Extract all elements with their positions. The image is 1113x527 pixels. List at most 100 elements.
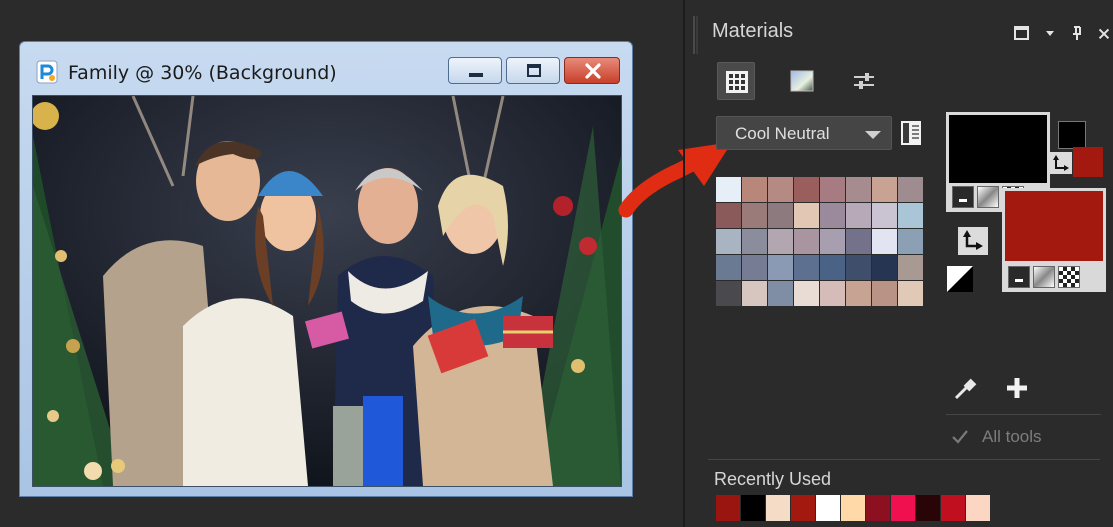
color-swatch[interactable] xyxy=(716,177,741,202)
swap-colors-small-icon[interactable] xyxy=(1050,152,1072,174)
panel-pin-icon[interactable] xyxy=(1068,24,1086,42)
eyedropper-icon[interactable] xyxy=(952,376,978,402)
recently-used-swatches xyxy=(716,495,990,521)
close-icon xyxy=(585,63,601,79)
background-color[interactable] xyxy=(1005,191,1103,261)
separator xyxy=(946,414,1101,415)
color-swatch[interactable] xyxy=(768,177,793,202)
materials-panel-title: Materials xyxy=(712,20,794,42)
background-properties-box[interactable] xyxy=(1002,188,1106,292)
color-swatch[interactable] xyxy=(794,281,819,306)
color-swatch[interactable] xyxy=(716,229,741,254)
color-swatch[interactable] xyxy=(898,177,923,202)
color-swatch[interactable] xyxy=(742,229,767,254)
color-swatch[interactable] xyxy=(742,255,767,280)
adjust-mode-icon xyxy=(854,73,874,89)
panel-close-icon[interactable] xyxy=(1096,24,1112,42)
color-swatch[interactable] xyxy=(846,203,871,228)
bg-style-pattern-icon[interactable] xyxy=(1058,266,1080,288)
gradient-mode-icon xyxy=(790,70,814,92)
all-tools-check-icon[interactable] xyxy=(950,428,970,446)
recent-color-swatch[interactable] xyxy=(941,495,965,521)
color-swatch[interactable] xyxy=(794,255,819,280)
color-swatch[interactable] xyxy=(820,229,845,254)
recently-used-label: Recently Used xyxy=(714,469,832,489)
family-photo xyxy=(33,96,621,486)
color-swatch[interactable] xyxy=(872,177,897,202)
recent-color-swatch[interactable] xyxy=(766,495,790,521)
color-swatch[interactable] xyxy=(898,203,923,228)
reset-colors-icon[interactable] xyxy=(946,265,974,293)
color-swatch[interactable] xyxy=(768,281,793,306)
recent-color-swatch[interactable] xyxy=(816,495,840,521)
palette-dropdown-value: Cool Neutral xyxy=(735,124,830,143)
background-swatch-small[interactable] xyxy=(1073,147,1103,177)
image-canvas[interactable] xyxy=(32,95,622,487)
color-swatch[interactable] xyxy=(820,177,845,202)
all-tools-checkbox-label[interactable]: All tools xyxy=(982,427,1042,447)
fg-style-color-icon[interactable] xyxy=(952,186,974,208)
fg-style-gradient-icon[interactable] xyxy=(977,186,999,208)
foreground-color[interactable] xyxy=(949,115,1047,183)
color-swatch[interactable] xyxy=(794,177,819,202)
close-button[interactable] xyxy=(564,57,620,84)
color-swatch[interactable] xyxy=(794,203,819,228)
color-swatch[interactable] xyxy=(742,177,767,202)
swatch-grid xyxy=(716,177,924,307)
add-swatch-icon[interactable] xyxy=(1004,375,1030,401)
color-swatch[interactable] xyxy=(716,203,741,228)
recent-color-swatch[interactable] xyxy=(716,495,740,521)
document-window[interactable]: Family @ 30% (Background) xyxy=(19,41,633,497)
recent-color-swatch[interactable] xyxy=(891,495,915,521)
panel-restore-icon[interactable] xyxy=(1013,24,1031,42)
color-swatch[interactable] xyxy=(872,229,897,254)
swatches-mode-icon xyxy=(726,71,748,93)
color-swatch[interactable] xyxy=(794,229,819,254)
recent-color-swatch[interactable] xyxy=(791,495,815,521)
recent-color-swatch[interactable] xyxy=(841,495,865,521)
swatch-library-icon[interactable] xyxy=(900,120,922,146)
adjust-mode-button[interactable] xyxy=(845,62,883,100)
color-swatch[interactable] xyxy=(872,255,897,280)
maximize-icon xyxy=(527,64,541,77)
minimize-button[interactable] xyxy=(448,57,502,84)
color-swatch[interactable] xyxy=(820,281,845,306)
foreground-swatch-small[interactable] xyxy=(1058,121,1086,149)
color-swatch[interactable] xyxy=(768,255,793,280)
minimize-icon xyxy=(469,73,483,77)
color-swatch[interactable] xyxy=(846,281,871,306)
recent-color-swatch[interactable] xyxy=(741,495,765,521)
bg-style-color-icon[interactable] xyxy=(1008,266,1030,288)
color-swatch[interactable] xyxy=(820,255,845,280)
color-swatch[interactable] xyxy=(768,203,793,228)
maximize-button[interactable] xyxy=(506,57,560,84)
color-swatch[interactable] xyxy=(716,255,741,280)
swatches-mode-button[interactable] xyxy=(717,62,755,100)
panel-divider xyxy=(683,0,685,527)
color-swatch[interactable] xyxy=(898,281,923,306)
paintshop-app-icon xyxy=(36,60,58,84)
color-swatch[interactable] xyxy=(742,281,767,306)
panel-menu-chevron-icon[interactable] xyxy=(1041,24,1059,42)
color-swatch[interactable] xyxy=(846,229,871,254)
color-swatch[interactable] xyxy=(820,203,845,228)
swap-colors-icon[interactable] xyxy=(958,227,988,255)
color-swatch[interactable] xyxy=(768,229,793,254)
color-swatch[interactable] xyxy=(742,203,767,228)
color-swatch[interactable] xyxy=(898,255,923,280)
color-swatch[interactable] xyxy=(872,281,897,306)
bg-style-gradient-icon[interactable] xyxy=(1033,266,1055,288)
recent-color-swatch[interactable] xyxy=(866,495,890,521)
color-swatch[interactable] xyxy=(898,229,923,254)
recent-color-swatch[interactable] xyxy=(916,495,940,521)
document-title: Family @ 30% (Background) xyxy=(68,62,337,84)
color-swatch[interactable] xyxy=(716,281,741,306)
recent-color-swatch[interactable] xyxy=(966,495,990,521)
color-swatch[interactable] xyxy=(872,203,897,228)
palette-dropdown[interactable]: Cool Neutral xyxy=(716,116,892,150)
panel-grip-icon[interactable] xyxy=(692,16,698,54)
document-titlebar[interactable]: Family @ 30% (Background) xyxy=(20,42,632,94)
gradient-mode-button[interactable] xyxy=(783,62,821,100)
color-swatch[interactable] xyxy=(846,177,871,202)
color-swatch[interactable] xyxy=(846,255,871,280)
